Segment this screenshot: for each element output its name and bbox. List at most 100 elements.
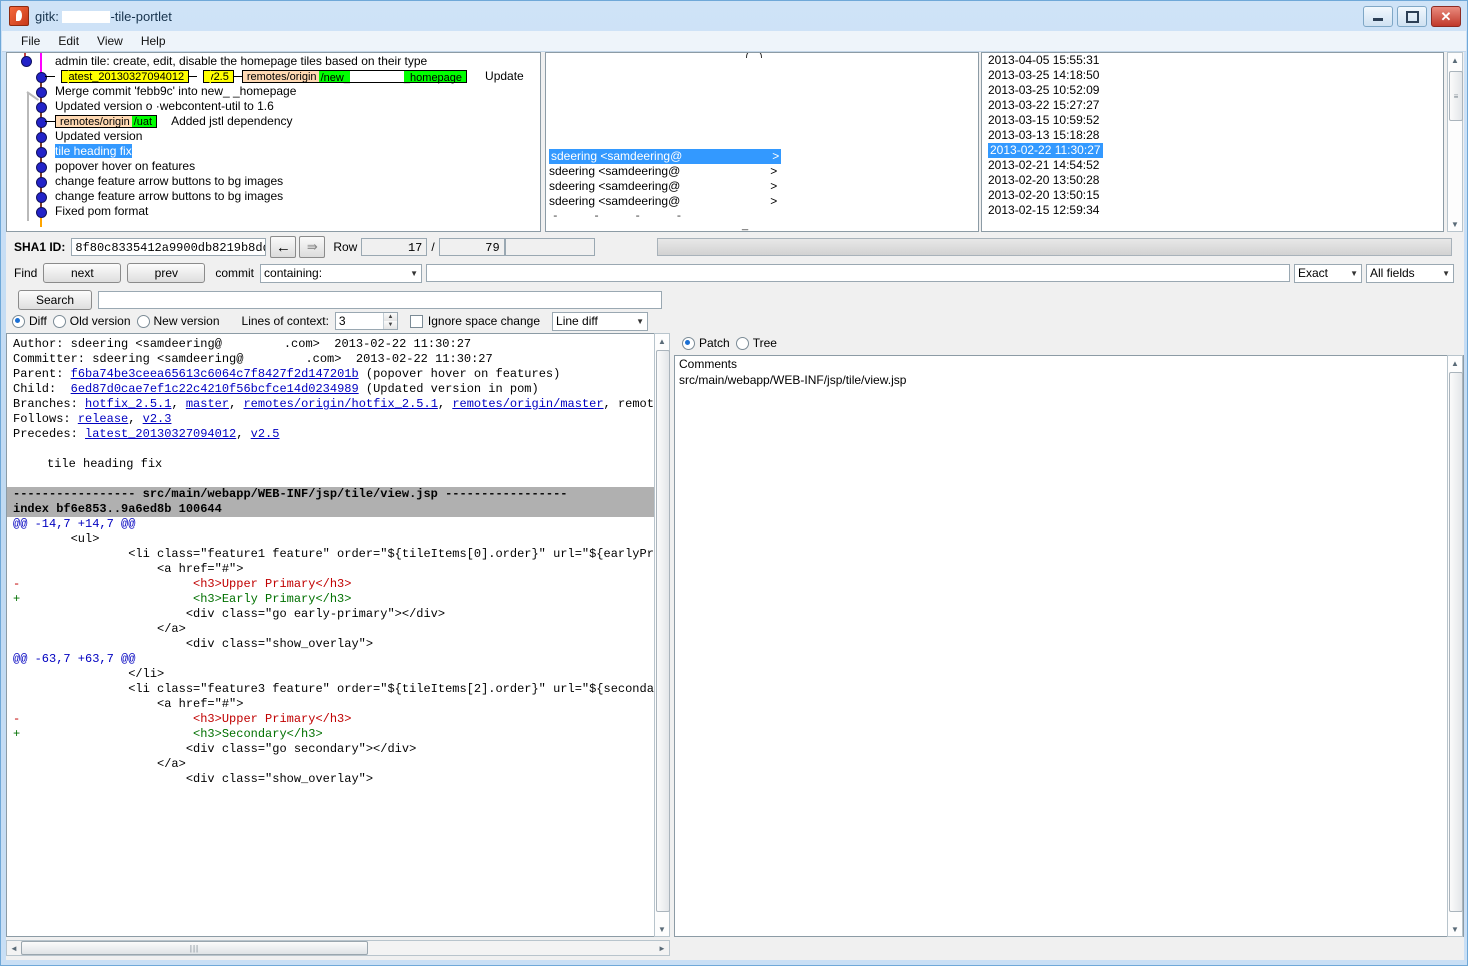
diff-scrollbar[interactable]: ▲ ▼: [654, 333, 670, 937]
scroll-left-icon[interactable]: ◄: [7, 944, 21, 953]
tag-latest[interactable]: latest_20130327094012: [61, 70, 190, 85]
child-sha-link[interactable]: 6ed87d0cae7ef1c22c4210f56bcfce14d0234989: [71, 382, 359, 396]
branch-link[interactable]: remotes/origin/hotfix_2.5.1: [243, 397, 437, 411]
scroll-right-icon[interactable]: ►: [655, 944, 669, 953]
commit-graph-list[interactable]: admin tile: create, edit, disable the ho…: [6, 52, 541, 232]
scroll-down-icon[interactable]: ▼: [1448, 922, 1462, 936]
scroll-down-icon[interactable]: ▼: [1448, 217, 1462, 231]
precedes-link[interactable]: latest_20130327094012: [85, 427, 236, 441]
menu-view[interactable]: View: [88, 32, 132, 50]
author-row[interactable]: sdeering <samdeering@ >: [546, 194, 777, 209]
branch-link[interactable]: hotfix_2.5.1: [85, 397, 171, 411]
diff-horizontal-scrollbar[interactable]: ◄ ||| ►: [6, 940, 670, 956]
follows-link[interactable]: release: [78, 412, 128, 426]
ignore-space-checkbox[interactable]: [409, 314, 423, 328]
file-list-item-file[interactable]: src/main/webapp/WEB-INF/jsp/tile/view.js…: [675, 372, 1463, 388]
author-row[interactable]: sdeering <samdeering@ >: [546, 179, 777, 194]
commit-date[interactable]: 2013-03-15 10:59:52: [982, 113, 1443, 128]
commit-date[interactable]: 2013-03-13 15:18:28: [982, 128, 1443, 143]
minimize-button[interactable]: [1363, 6, 1393, 27]
radio-old-version[interactable]: [52, 314, 66, 328]
commit-date[interactable]: 2013-02-21 14:54:52: [982, 158, 1443, 173]
forward-arrow-icon[interactable]: ⇛: [299, 236, 326, 258]
commit-date[interactable]: 2013-03-25 10:52:09: [982, 83, 1443, 98]
commit-date-list[interactable]: 2013-04-05 15:55:31 2013-03-25 14:18:50 …: [981, 52, 1444, 232]
sha-input[interactable]: 8f80c8335412a9900db8219b8dd551cada9c6aef: [71, 238, 267, 256]
commit-subject[interactable]: change feature arrow buttons to bg image…: [55, 189, 283, 204]
commit-subject[interactable]: popover hover on features: [55, 159, 195, 174]
row-extra-field[interactable]: [504, 238, 595, 256]
stepper-up-icon[interactable]: ▲: [383, 313, 397, 321]
commit-date[interactable]: 2013-03-22 15:27:27: [982, 98, 1443, 113]
menu-help[interactable]: Help: [132, 32, 175, 50]
scroll-up-icon[interactable]: ▲: [1448, 356, 1462, 370]
commit-author-list[interactable]: sdeering <samdeering@ > sdeering <samdeer…: [545, 52, 979, 232]
back-arrow-icon[interactable]: ←: [270, 236, 297, 258]
precedes-link[interactable]: v2.5: [251, 427, 280, 441]
parent-sha-link[interactable]: f6ba74be3ceea65613c6064c7f8427f2d147201b: [71, 367, 359, 381]
commit-subject-selected[interactable]: tile heading fix: [55, 144, 132, 159]
branch-link[interactable]: master: [186, 397, 229, 411]
find-prev-button[interactable]: prev: [127, 263, 206, 283]
search-input[interactable]: [98, 291, 662, 309]
stepper-arrows[interactable]: ▲ ▼: [382, 313, 397, 329]
commit-subject[interactable]: Fixed pom format: [55, 204, 148, 219]
scrollbar-thumb[interactable]: [656, 350, 670, 912]
commit-subject[interactable]: Updated version o ·webcontent-util to 1.…: [55, 99, 274, 114]
stepper-down-icon[interactable]: ▼: [383, 321, 397, 329]
scrollbar-thumb[interactable]: |||: [21, 941, 368, 955]
lines-of-context-value[interactable]: 3: [336, 313, 383, 329]
lines-of-context-stepper[interactable]: 3 ▲ ▼: [334, 312, 398, 330]
find-mode-select[interactable]: containing: ▼: [260, 263, 423, 283]
radio-tree[interactable]: [735, 336, 749, 350]
diff-line: </a>: [13, 622, 186, 636]
menu-edit[interactable]: Edit: [49, 32, 88, 50]
commit-date[interactable]: 2013-03-25 14:18:50: [982, 68, 1443, 83]
branch-link[interactable]: remotes/origin/master: [452, 397, 603, 411]
radio-tree-label: Tree: [752, 336, 777, 350]
commit-date[interactable]: 2013-02-20 13:50:15: [982, 188, 1443, 203]
author-row[interactable]: sdeering <samdeering@ >: [546, 164, 777, 179]
tag-v25[interactable]: v2.5: [203, 70, 234, 85]
diff-view[interactable]: Author: sdeering <samdeering@ .com> 2013-…: [6, 333, 670, 937]
scroll-up-icon[interactable]: ▲: [1448, 53, 1462, 67]
file-list-item-comments[interactable]: Comments: [675, 356, 1463, 372]
row-current-input[interactable]: 17: [361, 238, 428, 256]
scrollbar-thumb[interactable]: ≡: [1449, 71, 1463, 121]
find-exact-select[interactable]: Exact ▼: [1294, 263, 1362, 283]
find-fields-select[interactable]: All fields ▼: [1366, 263, 1454, 283]
branches-label: Branches:: [13, 397, 78, 411]
commit-subject[interactable]: Added jstl dependency: [171, 114, 292, 128]
commit-date[interactable]: 2013-02-15 12:59:34: [982, 203, 1443, 218]
commit-date-selected[interactable]: 2013-02-22 11:30:27: [982, 143, 1443, 158]
scroll-up-icon[interactable]: ▲: [655, 334, 669, 348]
find-next-button[interactable]: next: [43, 263, 122, 283]
radio-diff[interactable]: [12, 314, 25, 328]
follows-link[interactable]: v2.3: [143, 412, 172, 426]
head-branch-uat[interactable]: /uat: [131, 115, 158, 129]
close-button[interactable]: ✕: [1431, 6, 1461, 27]
diff-mode-select[interactable]: Line diff ▼: [552, 311, 649, 331]
file-list-scrollbar[interactable]: ▲ ▼: [1447, 355, 1463, 937]
commit-subject[interactable]: change feature arrow buttons to bg image…: [55, 174, 283, 189]
minimize-icon: [1373, 18, 1383, 21]
file-list[interactable]: Comments src/main/webapp/WEB-INF/jsp/til…: [674, 355, 1464, 937]
scroll-down-icon[interactable]: ▼: [655, 922, 669, 936]
scrollbar-thumb[interactable]: [1449, 372, 1463, 912]
menu-file[interactable]: File: [12, 32, 49, 50]
commit-list-scrollbar[interactable]: ▲ ≡ ▼: [1447, 52, 1463, 232]
commit-subject[interactable]: admin tile: create, edit, disable the ho…: [55, 54, 427, 69]
commit-subject[interactable]: Updated version: [55, 129, 142, 144]
radio-new-version[interactable]: [136, 314, 150, 328]
head-branch-new[interactable]: /new_ _homepage: [318, 70, 468, 84]
commit-date[interactable]: 2013-04-05 15:55:31: [982, 53, 1443, 68]
find-query-input[interactable]: [426, 264, 1290, 282]
commit-subject[interactable]: Update: [485, 69, 524, 83]
head-remote-prefix[interactable]: remotes/origin: [241, 70, 319, 84]
commit-date[interactable]: 2013-02-20 13:50:28: [982, 173, 1443, 188]
head-remote-prefix-uat[interactable]: remotes/origin: [55, 115, 132, 129]
commit-subject[interactable]: Merge commit 'febb9c' into new_ _homepag…: [55, 84, 296, 99]
maximize-button[interactable]: [1397, 6, 1427, 27]
radio-patch[interactable]: [682, 336, 695, 350]
search-button[interactable]: Search: [18, 290, 92, 310]
